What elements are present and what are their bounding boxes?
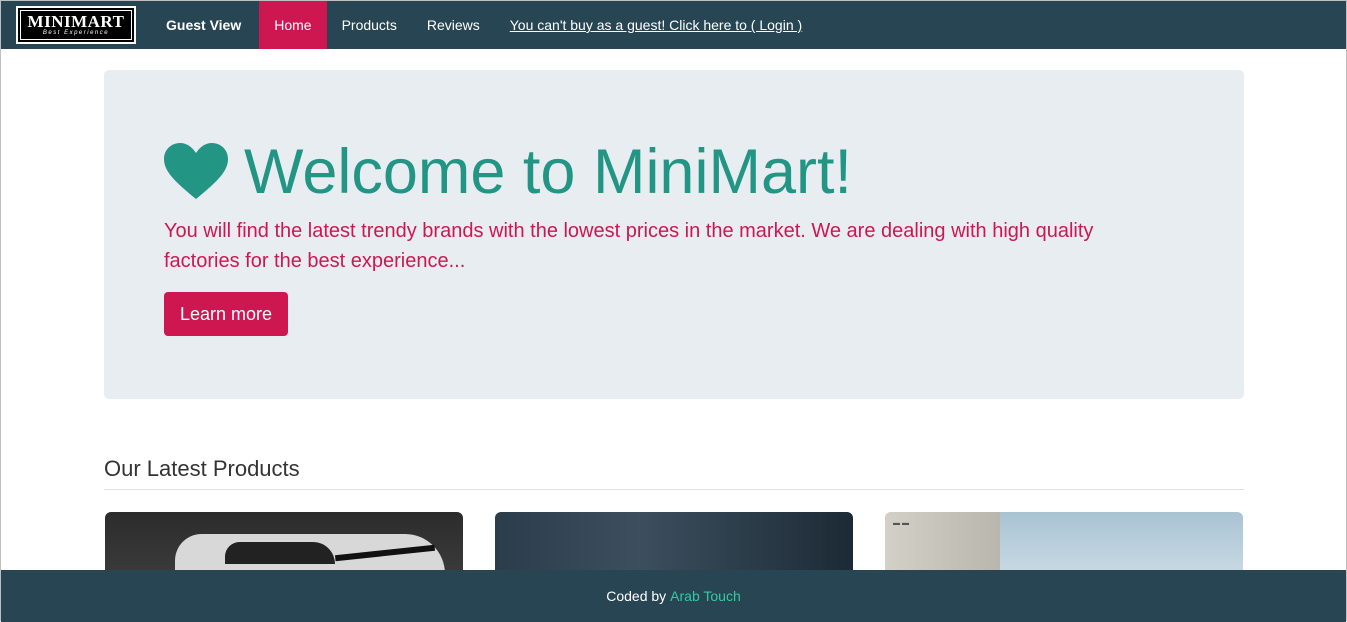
top-navbar: MINIMART Best Experience Guest View Home… xyxy=(1,1,1346,49)
welcome-heading: Welcome to MiniMart! xyxy=(164,137,852,207)
guest-login-link[interactable]: You can't buy as a guest! Click here to … xyxy=(510,17,802,33)
brand-logo-frame: MINIMART Best Experience xyxy=(20,10,132,40)
page-footer: Coded by Arab Touch xyxy=(1,570,1346,622)
footer-author-link[interactable]: Arab Touch xyxy=(670,588,741,604)
welcome-jumbotron: Welcome to MiniMart! You will find the l… xyxy=(104,70,1244,399)
nav-home[interactable]: Home xyxy=(259,1,327,49)
heart-icon xyxy=(164,143,228,199)
latest-products-heading: Our Latest Products xyxy=(104,456,1244,490)
welcome-description: You will find the latest trendy brands w… xyxy=(164,220,1094,272)
brand-logo[interactable]: MINIMART Best Experience xyxy=(16,6,136,44)
brand-name: MINIMART xyxy=(27,12,125,31)
product-card-dark[interactable] xyxy=(495,512,853,572)
car-window xyxy=(225,542,335,564)
truck-container-image: ▬ ▬ xyxy=(885,512,1000,572)
footer-credit-prefix: Coded by xyxy=(606,588,667,604)
brand-tagline: Best Experience xyxy=(42,30,110,36)
nav-products[interactable]: Products xyxy=(327,1,412,49)
nav-reviews[interactable]: Reviews xyxy=(412,1,495,49)
truck-markings: ▬ ▬ xyxy=(893,520,909,527)
learn-more-button[interactable]: Learn more xyxy=(164,292,289,336)
welcome-title: Welcome to MiniMart! xyxy=(244,137,852,207)
product-card-car[interactable] xyxy=(105,512,463,572)
guest-view-label: Guest View xyxy=(166,17,242,33)
product-card-truck[interactable]: ▬ ▬ xyxy=(885,512,1243,572)
